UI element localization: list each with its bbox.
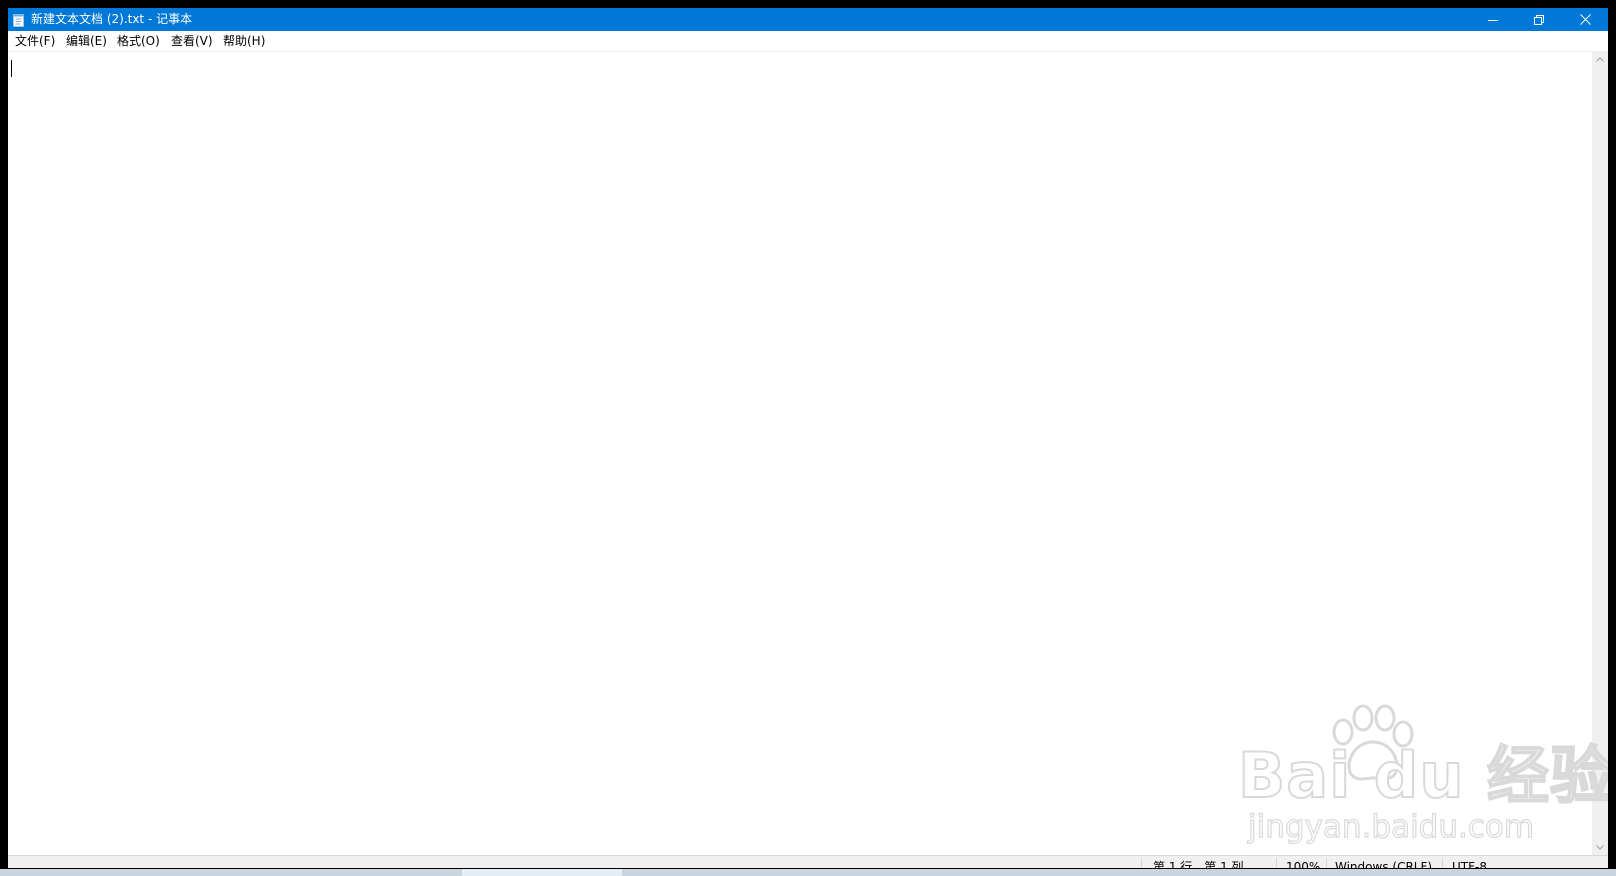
zoom-level: 100% [1286,860,1321,868]
vertical-scrollbar[interactable] [1592,51,1608,855]
scroll-down-button[interactable] [1592,839,1608,855]
text-editor[interactable] [8,51,1592,856]
minimize-icon [1488,19,1498,21]
menu-view[interactable]: 查看(V) [171,33,213,49]
line-ending: Windows (CRLF) [1335,860,1433,868]
menu-help[interactable]: 帮助(H) [223,33,265,49]
status-separator [1442,858,1443,868]
taskbar-active-item[interactable] [462,869,622,876]
menu-format[interactable]: 格式(O) [117,33,160,49]
status-separator [1326,858,1327,868]
menu-file[interactable]: 文件(F) [15,33,55,49]
status-bar: 第 1 行，第 1 列 100% Windows (CRLF) UTF-8 [8,855,1608,868]
scroll-up-button[interactable] [1592,51,1608,67]
menu-bar: 文件(F) 编辑(E) 格式(O) 查看(V) 帮助(H) [8,31,1608,51]
text-caret [11,60,12,77]
encoding: UTF-8 [1452,860,1487,868]
window-title: 新建文本文档 (2).txt - 记事本 [31,12,193,26]
close-icon [1579,14,1591,25]
cursor-position: 第 1 行，第 1 列 [1153,860,1244,868]
minimize-button[interactable] [1470,8,1516,31]
notepad-window: 新建文本文档 (2).txt - 记事本 文件(F) 编辑(E) 格式(O) 查… [8,8,1608,868]
taskbar [0,869,1616,876]
status-separator [1141,858,1142,868]
restore-icon [1534,14,1544,25]
chevron-down-icon [1596,844,1604,850]
close-button[interactable] [1562,8,1608,31]
restore-button[interactable] [1516,8,1562,31]
status-separator [1276,858,1277,868]
title-bar[interactable]: 新建文本文档 (2).txt - 记事本 [8,8,1608,31]
chevron-up-icon [1596,56,1604,62]
notepad-icon[interactable] [13,12,25,27]
menu-edit[interactable]: 编辑(E) [66,33,107,49]
